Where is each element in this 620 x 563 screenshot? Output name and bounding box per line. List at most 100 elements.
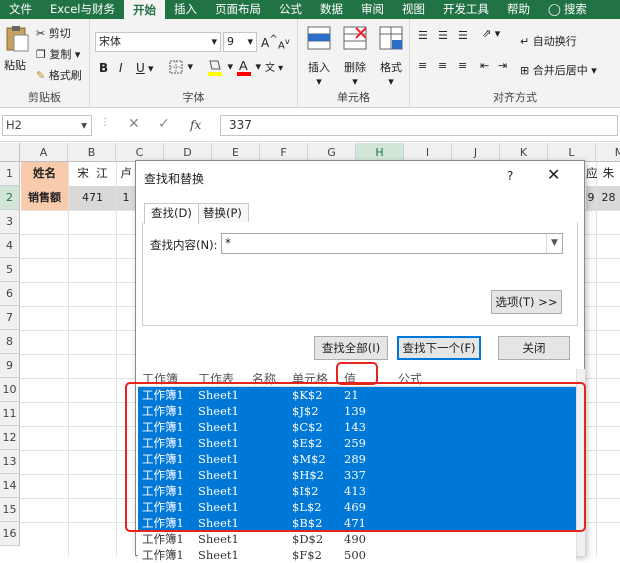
cancel-icon[interactable]: ✕	[128, 116, 140, 132]
row-header[interactable]: 6	[0, 282, 20, 306]
align-top-icon[interactable]: ☰	[418, 29, 428, 42]
tab-home[interactable]: 开始	[123, 0, 165, 19]
row-header[interactable]: 8	[0, 330, 20, 354]
confirm-icon[interactable]: ✓	[158, 116, 170, 132]
font-group: 宋体 ▾ 9 ▾ A^ Av B I U ▾ ▾ ▾ A ▾ 文 ▾ 字体	[90, 19, 298, 108]
row-header[interactable]: 10	[0, 378, 20, 402]
underline-dropdown[interactable]: ▾	[148, 62, 154, 75]
find-all-button[interactable]: 查找全部(I)	[314, 336, 388, 360]
underline-button[interactable]: U	[136, 61, 145, 75]
row-header[interactable]: 4	[0, 234, 20, 258]
cell-l2[interactable]: 9	[586, 186, 596, 210]
cell-b1[interactable]: 宋 江	[69, 162, 116, 186]
column-header[interactable]: B	[68, 143, 116, 162]
row-header[interactable]: 3	[0, 210, 20, 234]
orientation-button[interactable]: ⇗ ▾	[482, 27, 500, 40]
row-header[interactable]: 9	[0, 354, 20, 378]
tab-excel-finance[interactable]: Excel与财务	[41, 0, 124, 19]
bold-button[interactable]: B	[99, 61, 108, 75]
result-row[interactable]: 工作簿1 Sheet1 $D$2 490	[138, 531, 576, 547]
italic-button[interactable]: I	[119, 61, 123, 75]
column-header[interactable]: M	[596, 143, 620, 162]
tab-review[interactable]: 审阅	[352, 0, 393, 19]
row-header[interactable]: 1	[0, 162, 20, 186]
close-button[interactable]: 关闭	[498, 336, 570, 360]
row-header[interactable]: 5	[0, 258, 20, 282]
tab-insert[interactable]: 插入	[165, 0, 206, 19]
cell-c1[interactable]: 卢	[117, 162, 135, 186]
shrink-font-button[interactable]: Av	[278, 36, 290, 51]
result-value: 490	[344, 532, 366, 546]
increase-indent-icon[interactable]: ⇥	[498, 59, 507, 72]
cut-button[interactable]: ✂ 剪切	[36, 25, 71, 41]
copy-icon: ❐	[36, 48, 46, 61]
tab-replace[interactable]: 替换(P)	[196, 203, 249, 223]
row-header[interactable]: 14	[0, 474, 20, 498]
delete-cells-icon	[343, 26, 367, 50]
name-box[interactable]: H2 ▾	[2, 115, 92, 136]
border-button[interactable]: ▾	[168, 59, 193, 75]
formula-input[interactable]: 337	[220, 115, 618, 136]
cell-m2[interactable]: 28	[597, 186, 620, 210]
close-icon[interactable]: ✕	[547, 165, 560, 184]
wrap-text-button[interactable]: ↵ 自动换行	[520, 33, 577, 49]
cell-b2[interactable]: 471	[69, 186, 116, 210]
tab-data[interactable]: 数据	[311, 0, 352, 19]
format-painter-button[interactable]: ✎ 格式刷	[36, 67, 82, 83]
grow-font-button[interactable]: A^	[261, 34, 278, 50]
format-cells-button[interactable]: 格式 ▾	[378, 25, 404, 88]
find-next-button[interactable]: 查找下一个(F)	[397, 336, 481, 360]
insert-function-icon[interactable]: fx	[190, 118, 201, 132]
align-left-icon[interactable]: ≡	[418, 59, 427, 72]
insert-cells-button[interactable]: 插入 ▾	[306, 25, 332, 88]
merge-center-button[interactable]: ⊞ 合并后居中 ▾	[520, 62, 597, 78]
options-button[interactable]: 选项(T) >>	[491, 290, 562, 314]
ribbon: 粘贴 ✂ 剪切 ❐ 复制 ▾ ✎ 格式刷 剪贴板 宋体 ▾ 9 ▾ A^ Av B …	[0, 19, 620, 108]
row-header[interactable]: 11	[0, 402, 20, 426]
tab-formulas[interactable]: 公式	[270, 0, 311, 19]
align-bottom-icon[interactable]: ☰	[458, 29, 468, 42]
result-value: 500	[344, 548, 366, 562]
row-header[interactable]: 12	[0, 426, 20, 450]
font-name-box[interactable]: 宋体 ▾	[95, 32, 221, 52]
tab-help[interactable]: 帮助	[498, 0, 539, 19]
splitter-icon[interactable]: ⋮	[100, 117, 110, 128]
cell-c2[interactable]: 1	[117, 186, 135, 210]
fill-color-button[interactable]: ▾	[206, 57, 233, 77]
align-right-icon[interactable]: ≡	[458, 59, 467, 72]
font-color-button[interactable]: A ▾	[236, 57, 261, 77]
find-what-input[interactable]: * ▼	[221, 233, 563, 254]
copy-button[interactable]: ❐ 复制 ▾	[36, 46, 80, 62]
tab-file[interactable]: 文件	[0, 0, 41, 19]
row-header[interactable]: 16	[0, 522, 20, 546]
align-middle-icon[interactable]: ☰	[438, 29, 448, 42]
decrease-indent-icon[interactable]: ⇤	[480, 59, 489, 72]
grid-line	[596, 162, 597, 556]
cell-m1[interactable]: 朱	[597, 162, 620, 186]
result-row[interactable]: 工作簿1 Sheet1 $F$2 500	[138, 547, 576, 563]
cell-a1[interactable]: 姓名	[21, 162, 68, 186]
row-header[interactable]: 15	[0, 498, 20, 522]
align-center-icon[interactable]: ≡	[438, 59, 447, 72]
cells-label: 单元格	[337, 91, 370, 104]
row-header[interactable]: 7	[0, 306, 20, 330]
tab-find[interactable]: 查找(D)	[144, 203, 199, 224]
column-header[interactable]: A	[20, 143, 68, 162]
paste-button[interactable]	[4, 25, 30, 53]
row-header-selected[interactable]: 2	[0, 186, 20, 210]
font-label: 字体	[182, 91, 205, 104]
tab-page-layout[interactable]: 页面布局	[206, 0, 270, 19]
chevron-down-icon[interactable]: ▼	[546, 234, 562, 253]
tab-developer[interactable]: 开发工具	[434, 0, 498, 19]
tab-search[interactable]: ◯ 搜索	[539, 0, 596, 19]
cell-a2[interactable]: 销售额	[21, 186, 68, 210]
font-size-box[interactable]: 9 ▾	[223, 32, 257, 52]
tab-view[interactable]: 视图	[393, 0, 434, 19]
delete-cells-button[interactable]: 删除 ▾	[342, 25, 368, 88]
row-header[interactable]: 13	[0, 450, 20, 474]
select-all-corner[interactable]	[0, 143, 20, 162]
wrap-text-icon: ↵	[520, 35, 530, 48]
phonetic-button[interactable]: 文 ▾	[265, 59, 283, 74]
help-button[interactable]: ?	[507, 169, 513, 183]
cell-l1[interactable]: 应	[586, 162, 598, 186]
